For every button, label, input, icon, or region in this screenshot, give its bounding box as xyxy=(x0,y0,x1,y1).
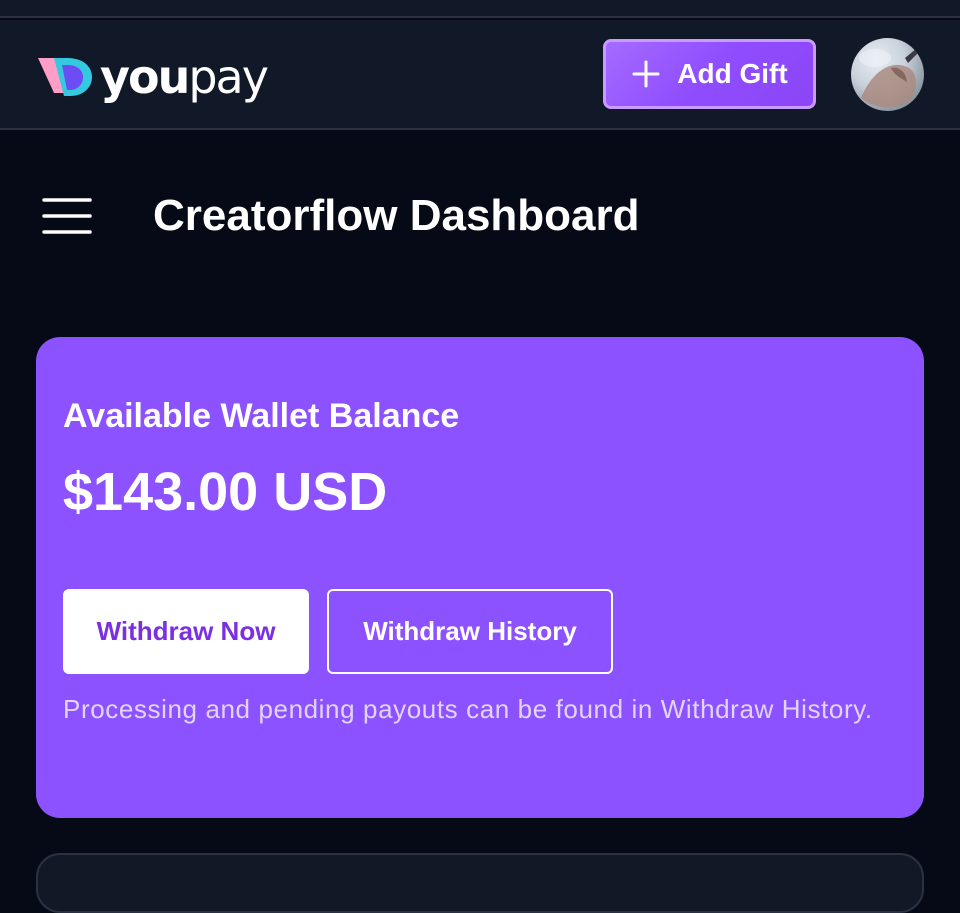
top-status-strip xyxy=(0,0,960,18)
logo-wordmark: youpay xyxy=(100,54,269,100)
page-title: Creatorflow Dashboard xyxy=(153,191,640,240)
withdraw-history-button[interactable]: Withdraw History xyxy=(327,589,613,674)
payout-info-note: Processing and pending payouts can be fo… xyxy=(63,694,873,724)
plus-icon xyxy=(632,60,660,88)
app-header: youpay Add Gift xyxy=(0,20,960,130)
logo-text-you: you xyxy=(100,50,190,104)
add-gift-button[interactable]: Add Gift xyxy=(603,39,816,109)
wallet-balance-card: Available Wallet Balance $143.00 USD Wit… xyxy=(36,337,924,818)
user-avatar[interactable] xyxy=(851,38,924,111)
avatar-photo-icon xyxy=(859,48,919,108)
wallet-balance-label: Available Wallet Balance xyxy=(63,397,460,435)
wallet-balance-amount: $143.00 USD xyxy=(63,462,388,522)
logo-text-pay: pay xyxy=(188,50,269,104)
add-gift-label: Add Gift xyxy=(677,58,788,89)
youpay-logo[interactable]: youpay xyxy=(36,52,269,102)
withdraw-now-button[interactable]: Withdraw Now xyxy=(63,589,309,674)
page-heading-row: Creatorflow Dashboard xyxy=(0,170,960,262)
hamburger-menu-icon[interactable] xyxy=(40,194,94,236)
next-dashboard-card xyxy=(36,853,924,913)
youpay-logo-mark-icon xyxy=(38,58,92,96)
